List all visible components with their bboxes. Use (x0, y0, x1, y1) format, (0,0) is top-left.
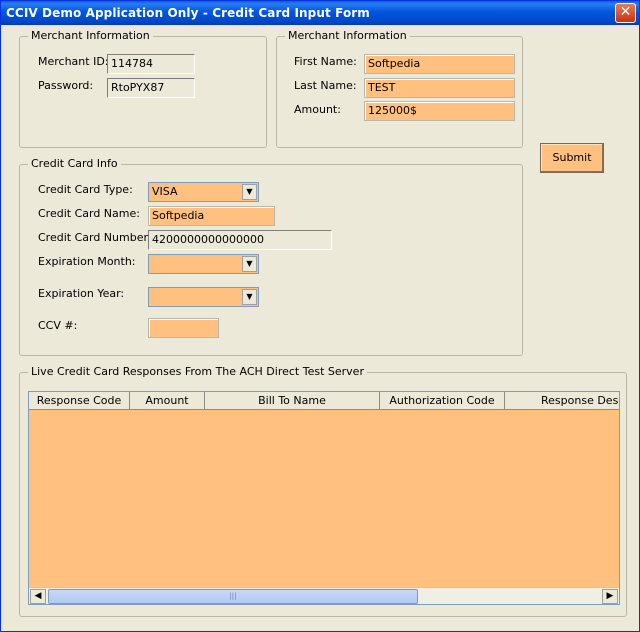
last-name-label: Last Name: (294, 79, 357, 92)
card-name-field[interactable]: Softpedia (148, 206, 275, 226)
amount-field[interactable]: 125000$ (364, 101, 515, 121)
responses-grid[interactable]: Response Code Amount Bill To Name Author… (28, 391, 620, 605)
horizontal-scrollbar[interactable]: ◀ ||| ▶ (29, 587, 619, 604)
card-name-label: Credit Card Name: (38, 207, 140, 220)
submit-button[interactable]: Submit (540, 143, 604, 173)
merchant-id-label: Merchant ID: (38, 55, 109, 68)
first-name-field[interactable]: Softpedia (364, 54, 515, 74)
grid-header: Response Code Amount Bill To Name Author… (29, 392, 619, 410)
scroll-right-icon[interactable]: ▶ (602, 589, 618, 604)
column-header-response-description[interactable]: Response Descr (505, 392, 619, 410)
window-title: CCIV Demo Application Only - Credit Card… (6, 6, 370, 20)
main-window: CCIV Demo Application Only - Credit Card… (0, 0, 640, 632)
ccv-field[interactable] (148, 318, 219, 338)
column-header-authorization-code[interactable]: Authorization Code (380, 392, 505, 410)
card-type-label: Credit Card Type: (38, 183, 133, 196)
card-type-select[interactable]: VISA ▼ (148, 182, 259, 202)
exp-month-select[interactable]: ▼ (148, 254, 259, 274)
ccv-label: CCV #: (38, 319, 78, 332)
merchant-id-field[interactable]: 114784 (107, 54, 195, 74)
scroll-left-icon[interactable]: ◀ (30, 589, 46, 604)
password-field[interactable]: RtoPYX87 (107, 78, 195, 98)
merchant-right-title: Merchant Information (285, 29, 410, 42)
exp-year-select[interactable]: ▼ (148, 287, 259, 307)
card-type-value: VISA (152, 185, 178, 198)
card-number-field[interactable]: 4200000000000000 (148, 230, 332, 250)
responses-title: Live Credit Card Responses From The ACH … (28, 365, 367, 378)
column-header-amount[interactable]: Amount (130, 392, 205, 410)
last-name-field[interactable]: TEST (364, 78, 515, 98)
card-info-title: Credit Card Info (28, 157, 121, 170)
exp-month-label: Expiration Month: (38, 255, 136, 268)
chevron-down-icon[interactable]: ▼ (242, 256, 257, 272)
column-header-response-code[interactable]: Response Code (29, 392, 130, 410)
card-number-label: Credit Card Number: (38, 231, 152, 244)
exp-year-label: Expiration Year: (38, 287, 125, 300)
scrollbar-thumb[interactable]: ||| (48, 589, 418, 604)
merchant-left-title: Merchant Information (28, 29, 153, 42)
chevron-down-icon[interactable]: ▼ (242, 184, 257, 200)
first-name-label: First Name: (294, 55, 357, 68)
close-button[interactable]: ✕ (615, 3, 636, 23)
password-label: Password: (38, 79, 94, 92)
amount-label: Amount: (294, 103, 341, 116)
chevron-down-icon[interactable]: ▼ (242, 289, 257, 305)
column-header-bill-to-name[interactable]: Bill To Name (205, 392, 380, 410)
title-bar: CCIV Demo Application Only - Credit Card… (1, 1, 639, 25)
